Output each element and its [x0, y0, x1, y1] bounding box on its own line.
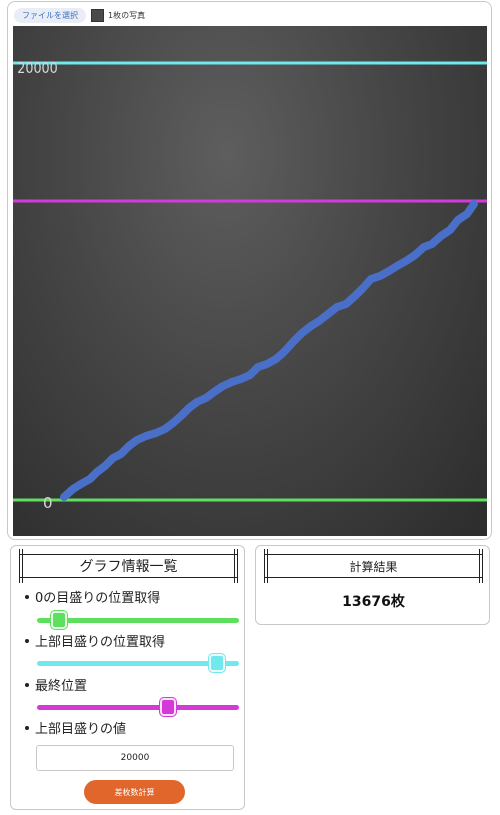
final-position-label: 最終位置: [25, 675, 87, 694]
zero-position-slider-thumb[interactable]: [51, 611, 68, 629]
top-value-label: 上部目盛りの値: [25, 718, 126, 737]
top-position-slider[interactable]: [37, 654, 239, 672]
top-value-label-text: 上部目盛りの値: [35, 722, 127, 737]
top-value-input[interactable]: [36, 745, 234, 771]
top-tick-label: 20000: [17, 60, 58, 77]
file-picker: ファイルを選択 1枚の写真: [14, 7, 145, 23]
final-position-slider[interactable]: [37, 698, 239, 716]
graph-info-title: グラフ情報一覧: [19, 549, 238, 583]
final-position-label-text: 最終位置: [35, 679, 88, 694]
graph-info-title-text: グラフ情報一覧: [79, 559, 178, 575]
graph-canvas: 20000 0: [13, 60, 487, 512]
zero-position-label: 0の目盛りの位置取得: [25, 587, 160, 606]
top-position-slider-thumb[interactable]: [208, 654, 225, 672]
zero-position-label-text: 0の目盛りの位置取得: [35, 591, 161, 606]
result-value: 13676枚: [342, 594, 405, 610]
graph-info-panel: グラフ情報一覧 0の目盛りの位置取得 上部目盛りの位置取得 最終位置 上部目盛り…: [10, 545, 245, 810]
final-position-slider-thumb[interactable]: [160, 698, 177, 716]
zero-tick-label: 0: [43, 494, 53, 512]
calculate-button[interactable]: 差枚数計算: [84, 780, 185, 804]
slump-data-line: [60, 200, 478, 501]
zero-position-slider[interactable]: [37, 611, 239, 629]
graph-image: 20000 0: [13, 26, 487, 536]
result-title: 計算結果: [264, 549, 483, 583]
top-position-label-text: 上部目盛りの位置取得: [35, 635, 166, 650]
file-select-button[interactable]: ファイルを選択: [14, 7, 86, 23]
selected-photo-thumbnail: [91, 8, 104, 22]
file-count-label: 1枚の写真: [108, 10, 146, 20]
image-panel: ファイルを選択 1枚の写真 20000 0: [7, 1, 492, 540]
result-panel: 計算結果 13676枚: [255, 545, 490, 625]
result-title-text: 計算結果: [349, 559, 398, 574]
top-position-label: 上部目盛りの位置取得: [25, 631, 165, 650]
